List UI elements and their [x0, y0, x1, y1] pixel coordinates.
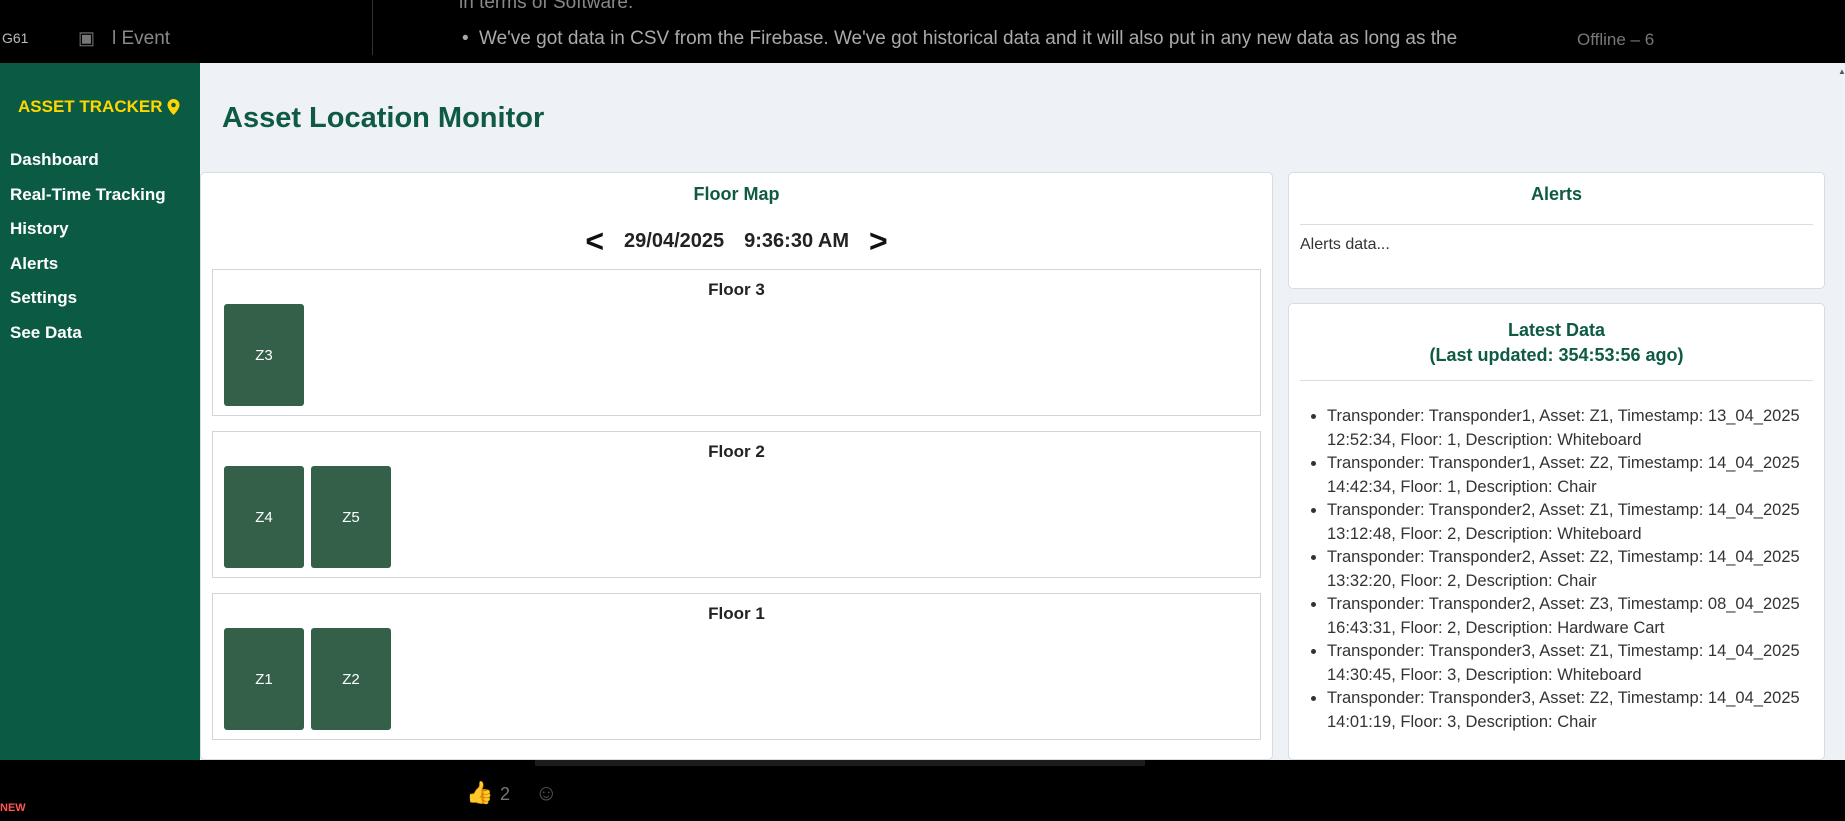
background-bullet-icon: • [462, 28, 469, 49]
map-pin-icon [167, 99, 180, 115]
zone-z4[interactable]: Z4 [224, 466, 304, 568]
zone-z5[interactable]: Z5 [311, 466, 391, 568]
page-title: Asset Location Monitor [222, 102, 545, 134]
floor-label: Floor 3 [708, 280, 765, 299]
scrollbar[interactable] [1840, 63, 1845, 760]
sidebar-nav: Dashboard Real-Time Tracking History Ale… [10, 143, 166, 350]
background-status-text: Offline – 6 [1577, 30, 1655, 49]
latest-data-card: Latest Data (Last updated: 354:53:56 ago… [1288, 303, 1825, 760]
list-item: Transponder: Transponder2, Asset: Z1, Ti… [1327, 499, 1824, 546]
background-bullet-text: We've got data in CSV from the Firebase.… [479, 28, 1458, 49]
sidebar-item-alerts[interactable]: Alerts [10, 247, 166, 282]
sidebar: ASSET TRACKER Dashboard Real-Time Tracki… [0, 63, 200, 760]
like-count: 2 [500, 784, 511, 804]
sidebar-item-settings[interactable]: Settings [10, 281, 166, 316]
background-top-left-label: G61 [2, 30, 29, 46]
thumbs-up-icon[interactable]: 👍 [466, 780, 493, 806]
sidebar-item-dashboard[interactable]: Dashboard [10, 143, 166, 178]
latest-data-list: Transponder: Transponder1, Asset: Z1, Ti… [1300, 405, 1824, 734]
list-item: Transponder: Transponder1, Asset: Z1, Ti… [1327, 405, 1824, 452]
scroll-up-arrow-icon[interactable]: ▲ [1838, 67, 1845, 76]
alerts-card: Alerts Alerts data... [1288, 172, 1825, 289]
zone-z1[interactable]: Z1 [224, 628, 304, 730]
background-text-line: in terms of Software. [459, 0, 634, 13]
floor-map-card: Floor Map < 29/04/2025 9:36:30 AM > Floo… [200, 172, 1273, 760]
time-text: 9:36:30 AM [744, 229, 849, 252]
app-window: ASSET TRACKER Dashboard Real-Time Tracki… [0, 63, 1845, 760]
zone-z3[interactable]: Z3 [224, 304, 304, 406]
background-event-label: l Event [112, 28, 171, 49]
floor-label: Floor 1 [708, 604, 765, 623]
floor-panel-2: Floor 2 Z4 Z5 [212, 431, 1261, 578]
list-item: Transponder: Transponder3, Asset: Z1, Ti… [1327, 640, 1824, 687]
next-arrow-button[interactable]: > [869, 225, 888, 257]
brand-label: ASSET TRACKER [18, 97, 163, 116]
background-app-footer: NEW 👍 2 ☺ [0, 760, 1845, 821]
list-item: Transponder: Transponder3, Asset: Z2, Ti… [1327, 687, 1824, 734]
latest-data-heading: Latest Data [1507, 320, 1606, 340]
calendar-icon: ▣ [78, 28, 96, 48]
sidebar-item-history[interactable]: History [10, 212, 166, 247]
floor-panel-3: Floor 3 Z3 [212, 269, 1261, 416]
zone-z2[interactable]: Z2 [311, 628, 391, 730]
new-badge: NEW [0, 802, 26, 814]
alerts-divider [1300, 224, 1813, 225]
alerts-title: Alerts [1530, 184, 1583, 204]
floor-map-title: Floor Map [693, 184, 780, 204]
list-item: Transponder: Transponder2, Asset: Z3, Ti… [1327, 593, 1824, 640]
previous-arrow-button[interactable]: < [585, 225, 604, 257]
latest-data-divider [1300, 380, 1813, 381]
background-app-header: G61 ▣ l Event in terms of Software. • We… [0, 0, 1845, 55]
sidebar-item-real-time-tracking[interactable]: Real-Time Tracking [10, 178, 166, 213]
latest-data-title: Latest Data (Last updated: 354:53:56 ago… [1289, 318, 1824, 368]
smiley-icon[interactable]: ☺ [535, 780, 557, 806]
floor-panel-1: Floor 1 Z1 Z2 [212, 593, 1261, 740]
background-input-bar [535, 760, 1145, 766]
list-item: Transponder: Transponder1, Asset: Z2, Ti… [1327, 452, 1824, 499]
date-navigator: < 29/04/2025 9:36:30 AM > [201, 225, 1272, 257]
alerts-text: Alerts data... [1300, 236, 1390, 253]
sidebar-item-see-data[interactable]: See Data [10, 316, 166, 351]
background-divider [372, 0, 373, 55]
date-text: 29/04/2025 [624, 229, 725, 252]
list-item: Transponder: Transponder2, Asset: Z2, Ti… [1327, 546, 1824, 593]
last-updated-text: (Last updated: 354:53:56 ago) [1429, 345, 1684, 365]
brand[interactable]: ASSET TRACKER [18, 97, 180, 117]
floor-label: Floor 2 [708, 442, 765, 461]
